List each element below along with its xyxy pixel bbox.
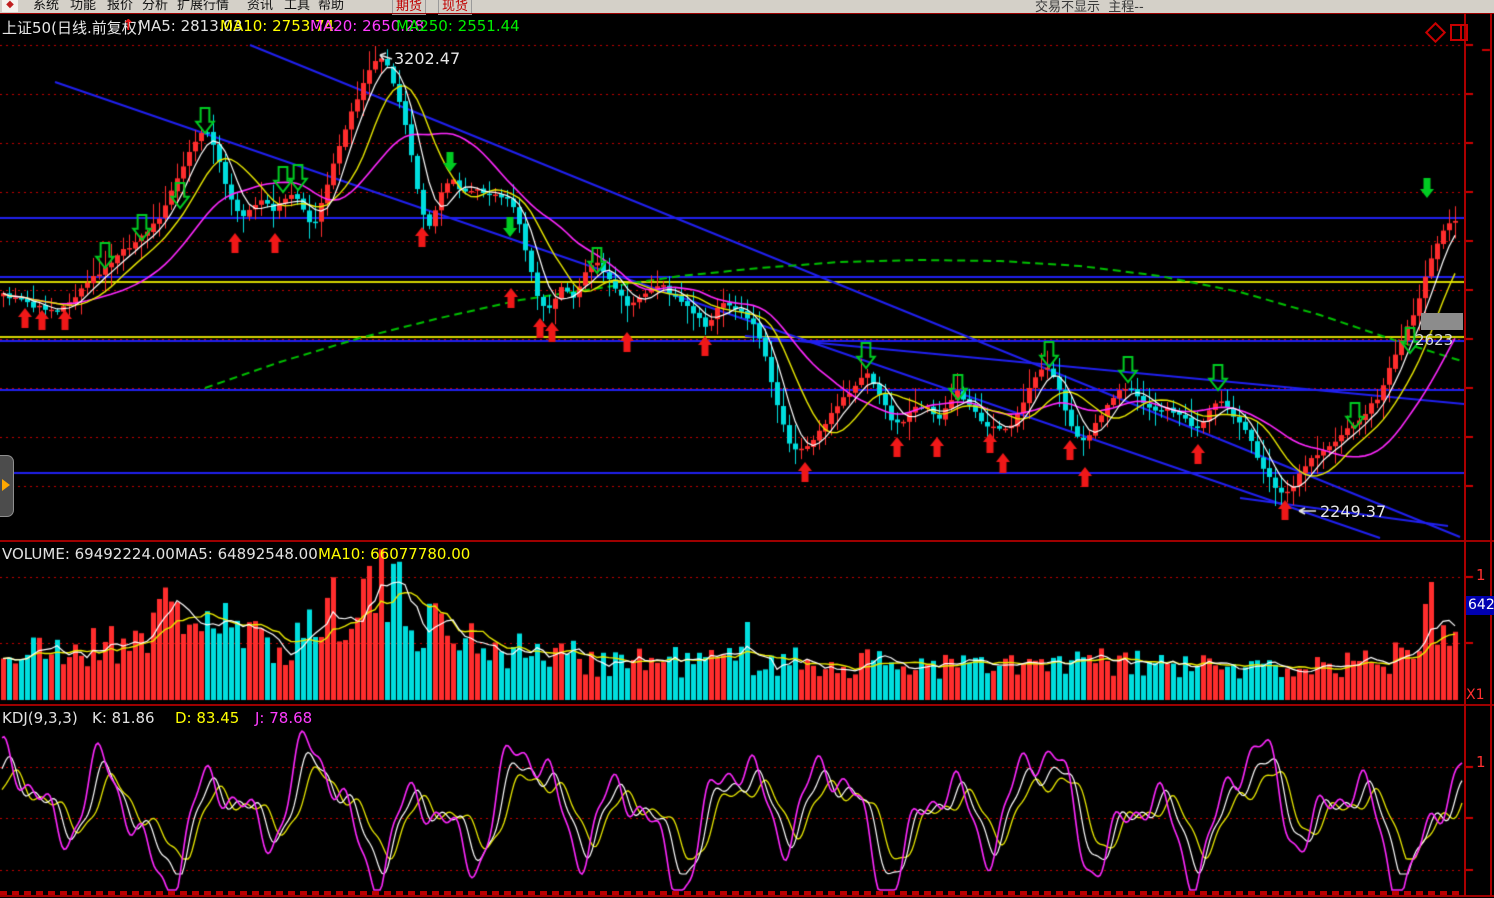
- menu-item-3[interactable]: 报价: [107, 0, 133, 13]
- kdj-panel-top-border: [0, 704, 1494, 706]
- menu-item-10[interactable]: 现货: [438, 0, 472, 14]
- kdj-label-3: D: 83.45: [175, 709, 239, 727]
- trough-price-annotation: 2249.37: [1320, 502, 1386, 521]
- menu-item-5[interactable]: 扩展行情: [177, 0, 229, 13]
- menu-right-note: 交易不显示 主程--: [1035, 0, 1144, 14]
- menu-bar: ◆ 系统功能报价分析扩展行情 资讯工具帮助 期货现货 交易不显示 主程--: [0, 0, 1494, 14]
- volume-axis-tag: 642: [1466, 596, 1494, 615]
- split-window-divider: [1460, 26, 1462, 39]
- kdj-label-2: K: 81.86: [92, 709, 155, 727]
- app-logo-icon[interactable]: ◆: [2, 0, 18, 12]
- price-tag-box: [1421, 313, 1463, 330]
- volume-label-3: MA10: 66077780.00: [318, 545, 470, 563]
- volume-label-1: VOLUME: 69492224.00: [2, 545, 175, 563]
- axis-left-border: [1464, 13, 1466, 896]
- menu-item-7[interactable]: 工具: [284, 0, 310, 13]
- volume-panel-top-border: [0, 540, 1494, 542]
- kdj-chart-canvas[interactable]: [0, 707, 1464, 895]
- main-panel-top-border: [0, 13, 1494, 14]
- menu-item-2[interactable]: 功能: [70, 0, 96, 13]
- volume-label-2: MA5: 64892548.00: [175, 545, 318, 563]
- peak-price-annotation: 3202.47: [394, 49, 460, 68]
- window-right-border: [1490, 13, 1492, 896]
- volume-axis-top-label: 1: [1476, 566, 1486, 584]
- kdj-axis-label: 1: [1476, 753, 1486, 771]
- menu-item-1[interactable]: 系统: [33, 0, 59, 13]
- trading-terminal: ◆ 系统功能报价分析扩展行情资讯工具帮助期货现货 交易不显示 主程-- 上证50…: [0, 0, 1494, 898]
- menu-item-4[interactable]: 分析: [142, 0, 168, 13]
- menu-item-9[interactable]: 期货: [392, 0, 426, 14]
- ma-label-4: MA250: 2551.44: [396, 17, 520, 35]
- main-chart-canvas[interactable]: [0, 13, 1464, 540]
- support-level-annotation: 2623: [1415, 331, 1453, 349]
- sidebar-toggle-tab[interactable]: [0, 455, 14, 517]
- date-axis-ticks: [0, 891, 1464, 895]
- signal-up-arrow-icon: ↑: [122, 16, 135, 34]
- menu-item-6[interactable]: 资讯: [247, 0, 273, 13]
- volume-chart-canvas[interactable]: [0, 542, 1464, 705]
- x-scale-label: X1: [1466, 687, 1485, 703]
- menu-item-8[interactable]: 帮助: [318, 0, 344, 13]
- kdj-label-4: J: 78.68: [255, 709, 312, 727]
- split-window-icon[interactable]: [1450, 24, 1468, 41]
- expand-arrow-icon: [2, 479, 10, 491]
- kdj-label-1: KDJ(9,3,3): [2, 709, 78, 727]
- bottom-border: [0, 895, 1494, 897]
